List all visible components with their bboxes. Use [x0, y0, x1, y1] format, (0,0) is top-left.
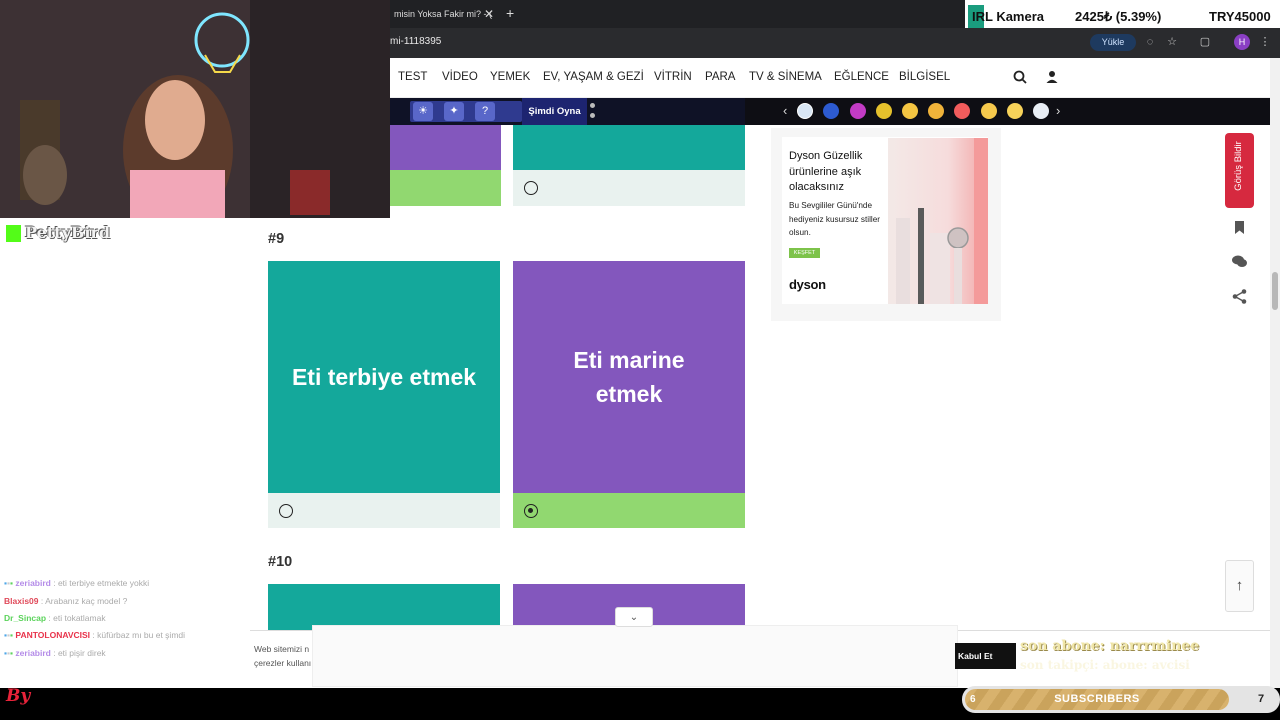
ad-headline: Dyson Güzellik ürünlerine aşık olacaksın…: [789, 150, 863, 193]
q8-option2-footer[interactable]: [513, 170, 745, 206]
help-button[interactable]: ?: [475, 102, 495, 121]
q9-option1-footer[interactable]: [268, 493, 500, 528]
webcam-feed: [0, 0, 390, 218]
q9-number: #9: [268, 231, 285, 247]
scroll-to-top-button[interactable]: ↑: [1225, 560, 1254, 612]
collapse-ad-button[interactable]: ⌄: [615, 607, 653, 627]
nav-item-ev-yasam-gezi[interactable]: EV, YAŞAM & GEZİ: [543, 71, 644, 83]
user-icon[interactable]: [1045, 70, 1059, 84]
search-icon[interactable]: [1013, 70, 1027, 84]
profile-avatar[interactable]: H: [1234, 34, 1250, 50]
irl-title: IRL Kamera: [972, 9, 1045, 24]
nav-item-tv-sinema[interactable]: TV & SİNEMA: [749, 71, 822, 83]
reaction-icon[interactable]: [850, 103, 866, 119]
q9-option2-text: Eti marine etmek: [573, 347, 685, 407]
snowflake-icon[interactable]: [797, 103, 813, 119]
ad-subtext: Bu Sevgililer Günü'nde hediyeniz kusursu…: [789, 201, 881, 237]
chat-message: ▪▪▪ PANTOLONAVCISI : küfürbaz mı bu et ş…: [4, 630, 186, 640]
ad-cta-button[interactable]: KEŞFET: [789, 248, 820, 258]
tab-close-icon[interactable]: ✕: [484, 7, 494, 21]
chat-message: Dr_Sincap : eti tokatlamak: [4, 613, 106, 623]
carousel-dot: [590, 113, 595, 118]
nav-item-eglence[interactable]: EĞLENCE: [834, 71, 889, 83]
reaction-icon[interactable]: [1007, 103, 1023, 119]
q9-option2-radio-selected[interactable]: [524, 504, 538, 518]
reaction-icon[interactable]: [928, 103, 944, 119]
subscriber-count: 6: [970, 694, 976, 705]
reaction-icon[interactable]: [902, 103, 918, 119]
reaction-icon[interactable]: [1033, 103, 1049, 119]
reaction-icon[interactable]: [954, 103, 970, 119]
url-text[interactable]: mi-1118395: [390, 36, 441, 47]
comments-icon[interactable]: [1231, 253, 1248, 270]
q9-option1-radio[interactable]: [279, 504, 293, 518]
last-subscriber-text: son abone: narrrminee: [1020, 638, 1200, 654]
chat-message: Blaxis09 : Arabanız kaç model ?: [4, 596, 128, 606]
chat-message: ▪▪▪ zeriabird : eti pişir direk: [4, 648, 106, 658]
prev-arrow-icon[interactable]: ‹: [783, 102, 787, 120]
next-arrow-icon[interactable]: ›: [1056, 102, 1060, 120]
q8-option2-image[interactable]: [513, 125, 745, 170]
q10-option1-card[interactable]: [268, 584, 500, 630]
ad-product-image: [888, 138, 988, 304]
nav-item-bilgisel[interactable]: BİLGİSEL: [899, 71, 950, 83]
play-now-button[interactable]: Şimdi Oyna: [522, 98, 587, 125]
new-tab-icon[interactable]: +: [506, 5, 514, 21]
ad-brand-logo: dyson: [789, 277, 826, 292]
q8-option1-image[interactable]: [390, 125, 501, 170]
streamer-name: PettyBird: [25, 223, 111, 242]
nav-item-para[interactable]: PARA: [705, 71, 735, 83]
irl-goal: TRY45000: [1209, 9, 1271, 24]
feedback-label: Görüş Bildir: [1233, 141, 1244, 191]
q9-option1-text: Eti terbiye etmek: [291, 364, 477, 390]
q9-option2-footer[interactable]: [513, 493, 745, 528]
menu-dots-icon[interactable]: ⋮: [1257, 34, 1273, 50]
reaction-icon[interactable]: [981, 103, 997, 119]
reaction-icon[interactable]: [876, 103, 892, 119]
bookmark-icon[interactable]: [1231, 219, 1248, 236]
reaction-icon[interactable]: [823, 103, 839, 119]
nav-item-test[interactable]: TEST: [398, 71, 427, 83]
q10-number: #10: [268, 554, 293, 570]
chat-message: ▪▪▪ zeriabird : eti terbiye etmekte yokk…: [4, 578, 150, 588]
subscriber-goal: 7: [1258, 693, 1265, 705]
bottom-ad-strip: [312, 625, 958, 687]
kick-logo-icon: [6, 225, 21, 242]
sun-icon[interactable]: ☀: [413, 102, 433, 121]
sparkle-icon[interactable]: ✦: [444, 102, 464, 121]
irl-amount: 2425₺ (5.39%): [1075, 9, 1162, 24]
nav-item-video[interactable]: VİDEO: [442, 71, 478, 83]
nav-item-vitrin[interactable]: VİTRİN: [654, 71, 692, 83]
eye-off-icon[interactable]: ◌: [1142, 34, 1158, 50]
upload-button[interactable]: Yükle: [1090, 34, 1136, 51]
last-follower-text: son takipçi: abone: avcisi: [1020, 658, 1190, 672]
stream-logo: By: [6, 686, 31, 706]
cookie-accept-button[interactable]: Kabul Et: [955, 643, 1016, 669]
nav-item-yemek[interactable]: YEMEK: [490, 71, 530, 83]
cookie-text: Web sitemizi n çerezler kullanı: [254, 644, 312, 668]
scrollbar-thumb[interactable]: [1272, 272, 1278, 310]
carousel-dot: [590, 103, 595, 108]
extensions-icon[interactable]: ▢: [1197, 34, 1213, 50]
q8-option2-radio[interactable]: [524, 181, 538, 195]
q8-option1-footer[interactable]: [390, 170, 501, 206]
share-icon[interactable]: [1231, 288, 1248, 305]
page-scrollbar[interactable]: [1270, 58, 1280, 688]
bookmark-star-icon[interactable]: ☆: [1164, 34, 1180, 50]
subscriber-goal-label: SUBSCRIBERS: [1054, 693, 1140, 705]
